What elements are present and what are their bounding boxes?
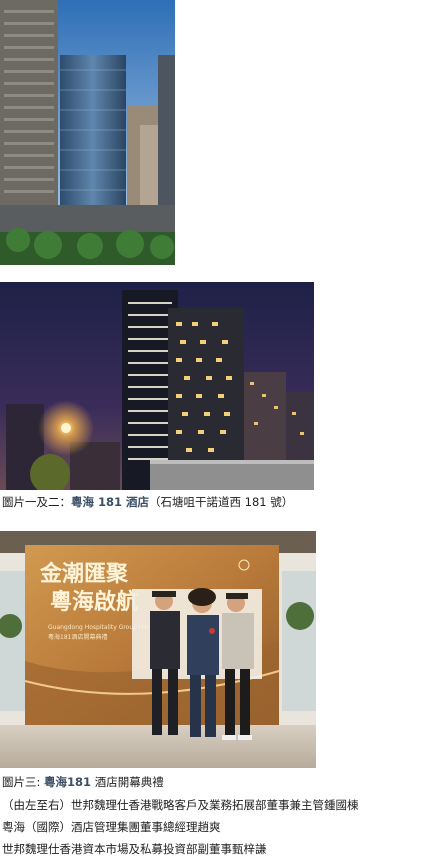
photo-hotel-day [0,0,175,265]
photo-hotel-night [0,282,314,490]
caption-photo-3: 圖片三: 粵海181 酒店開幕典禮 [2,774,164,790]
photo-opening-ceremony: 金潮匯聚 粵海啟航 Guangdong Hospitality Group Ho… [0,531,316,768]
backdrop-subtitle: 粵海181酒店開幕典禮 [48,633,107,641]
caption2-prefix: 圖片三: [2,775,45,789]
caption1-address: （石塘咀干諾道西 181 號） [149,495,294,509]
caption-photos-1-2: 圖片一及二：粵海 181 酒店（石塘咀干諾道西 181 號） [2,494,293,510]
caption1-hotel-name: 粵海 181 酒店 [71,495,150,509]
backdrop-title-line2: 粵海啟航 [50,589,138,615]
caption-person-line-3: 世邦魏理仕香港資本市場及私募投資部副董事甄梓謙 [2,842,267,856]
caption2-event: 酒店開幕典禮 [91,775,164,789]
backdrop-title-line1: 金潮匯聚 [39,561,129,587]
caption-person-line-2: 粵海（國際）酒店管理集團董事總經理趙爽 [2,820,221,834]
caption2-hotel-name: 粵海181 [44,775,92,789]
caption-person-line-1: （由左至右）世邦魏理仕香港戰略客戶及業務拓展部董事兼主管鍾國棟 [2,798,359,812]
caption1-prefix: 圖片一及二： [2,495,71,509]
